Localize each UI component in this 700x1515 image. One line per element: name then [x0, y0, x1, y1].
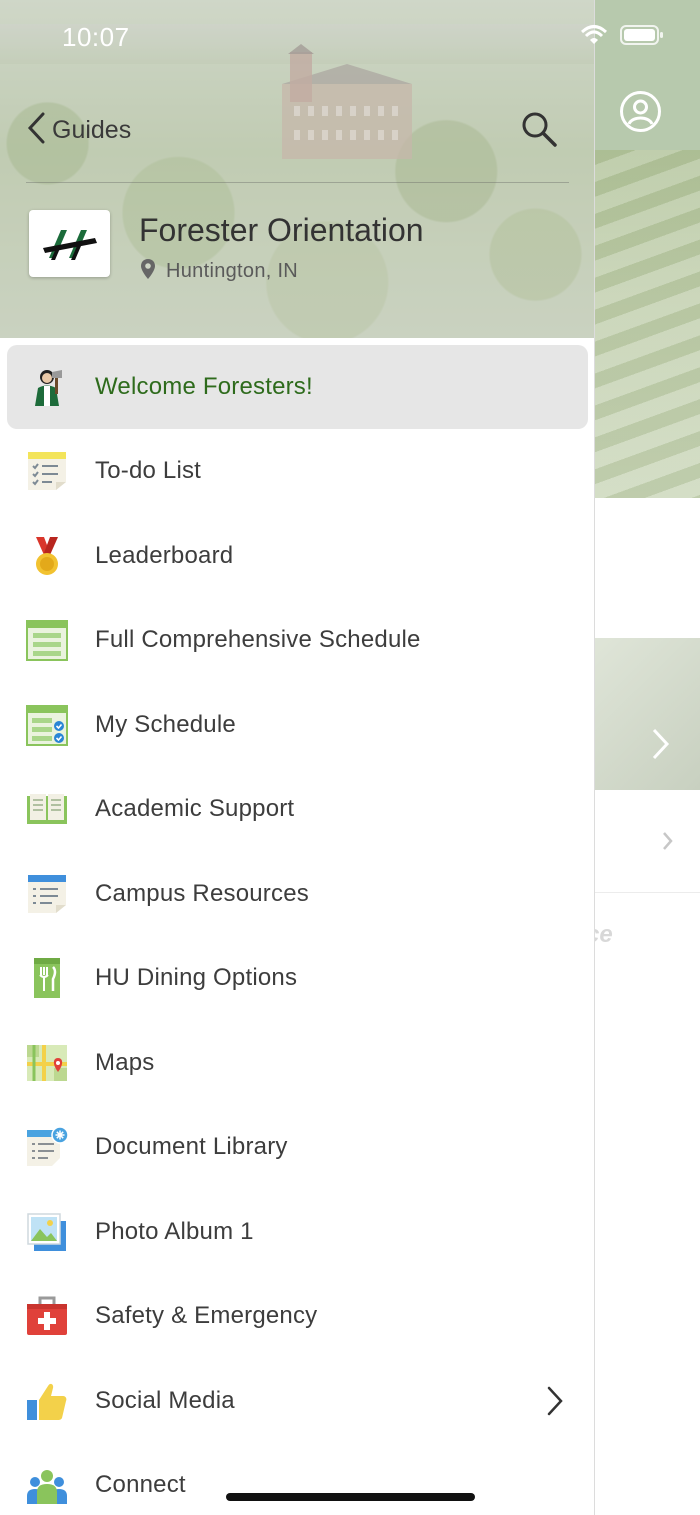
menu-item-label: Connect — [95, 1471, 186, 1499]
status-time: 10:07 — [62, 22, 130, 52]
photo-album-icon — [26, 1211, 68, 1253]
menu-item-label: My Schedule — [95, 710, 236, 738]
header-divider — [26, 182, 569, 183]
first-aid-icon — [26, 1295, 68, 1337]
profile-icon[interactable] — [620, 91, 661, 132]
guide-location-text: Huntington, IN — [166, 260, 299, 282]
dining-icon — [26, 957, 68, 999]
guide-logo — [29, 210, 110, 277]
document-library-icon — [26, 1126, 68, 1168]
menu-item-my-schedule[interactable]: My Schedule — [0, 683, 594, 768]
side-drawer: Guides Forester Orientation Huntington, … — [0, 0, 595, 1515]
divider — [595, 892, 700, 893]
menu-item-label: Social Media — [95, 1386, 235, 1414]
menu-item-connect[interactable]: Connect — [0, 1443, 594, 1515]
back-label: Guides — [52, 115, 132, 144]
forester-mascot-icon — [26, 366, 68, 408]
background-card[interactable] — [595, 638, 700, 790]
menu-item-leaderboard[interactable]: Leaderboard — [0, 514, 594, 599]
menu-item-welcome-foresters[interactable]: Welcome Foresters! — [7, 345, 588, 429]
search-icon[interactable] — [518, 108, 560, 150]
menu-item-document-library[interactable]: Document Library — [0, 1105, 594, 1190]
people-icon — [26, 1464, 68, 1506]
menu-item-label: Campus Resources — [95, 879, 309, 907]
notes-icon — [26, 873, 68, 915]
schedule-icon — [26, 619, 68, 662]
back-button[interactable]: Guides — [26, 110, 131, 150]
menu-item-todo-list[interactable]: To-do List — [0, 429, 594, 514]
medal-icon — [26, 535, 68, 577]
menu-item-full-comprehensive-schedule[interactable]: Full Comprehensive Schedule — [0, 598, 594, 683]
menu-item-label: To-do List — [95, 457, 202, 485]
menu-item-hu-dining-options[interactable]: HU Dining Options — [0, 936, 594, 1021]
thumbs-up-icon — [26, 1380, 68, 1422]
guide-menu: Welcome Foresters! To-do List Leaderboar… — [0, 345, 594, 1515]
home-indicator — [226, 1493, 475, 1501]
menu-item-label: Welcome Foresters! — [95, 373, 313, 400]
menu-item-safety-emergency[interactable]: Safety & Emergency — [0, 1274, 594, 1359]
menu-item-social-media[interactable]: Social Media — [0, 1359, 594, 1444]
chevron-left-icon — [26, 111, 48, 150]
chevron-right-icon — [545, 1385, 565, 1422]
menu-item-label: Photo Album 1 — [95, 1217, 254, 1245]
chevron-right-icon — [651, 727, 671, 767]
menu-item-label: Safety & Emergency — [95, 1302, 318, 1330]
menu-item-label: HU Dining Options — [95, 964, 298, 992]
menu-item-academic-support[interactable]: Academic Support — [0, 767, 594, 852]
guide-title: Forester Orientation — [139, 212, 424, 248]
menu-item-campus-resources[interactable]: Campus Resources — [0, 852, 594, 937]
battery-icon — [620, 24, 664, 51]
book-icon — [26, 788, 68, 830]
menu-item-label: Document Library — [95, 1133, 288, 1161]
menu-item-label: Maps — [95, 1048, 155, 1076]
guide-location: Huntington, IN — [140, 258, 298, 285]
my-schedule-icon — [26, 704, 68, 746]
location-pin-icon — [140, 258, 156, 285]
status-icons — [580, 24, 664, 51]
wifi-icon — [580, 24, 608, 51]
menu-item-maps[interactable]: Maps — [0, 1021, 594, 1106]
menu-item-label: Full Comprehensive Schedule — [95, 626, 421, 654]
menu-item-photo-album-1[interactable]: Photo Album 1 — [0, 1190, 594, 1275]
menu-item-label: Academic Support — [95, 795, 295, 823]
map-icon — [26, 1042, 68, 1084]
todo-list-icon — [26, 450, 68, 492]
chevron-right-icon — [662, 830, 674, 856]
menu-item-label: Leaderboard — [95, 541, 234, 569]
